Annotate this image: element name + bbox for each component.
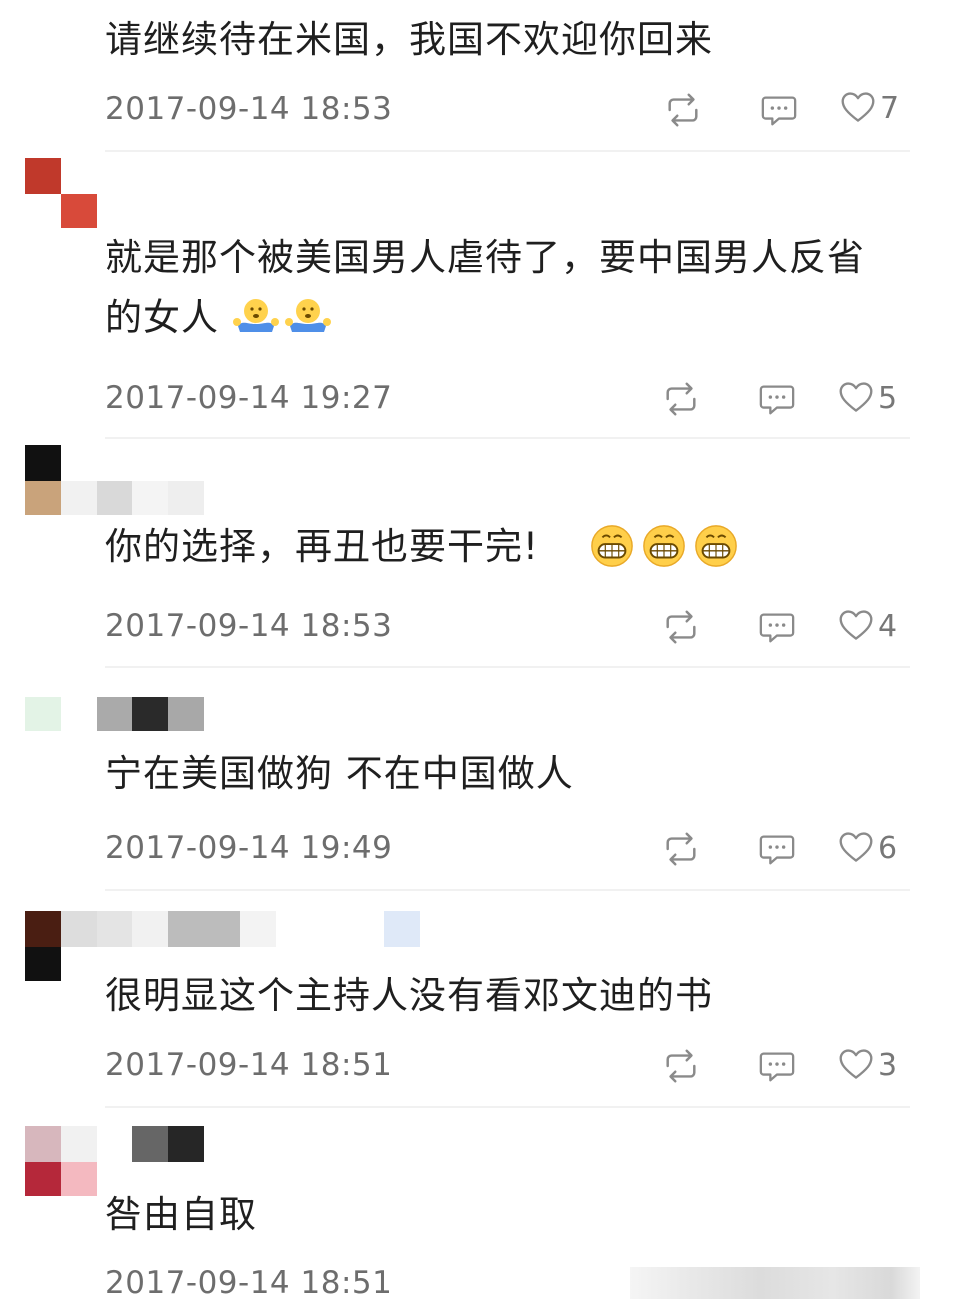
username-blurred [97,697,132,731]
username-blurred [97,911,132,947]
comment-1-time: 2017-09-14 18:53 [105,91,393,127]
like-button[interactable]: 6 [838,830,897,866]
avatar[interactable] [25,445,61,481]
avatar[interactable] [25,158,61,194]
comment-6-text: 咎由自取 [105,1193,257,1236]
actions-blurred [630,1267,920,1299]
like-count: 4 [878,608,898,644]
heart-icon [838,1047,874,1083]
divider [105,150,910,152]
like-button[interactable]: 7 [840,90,899,126]
username-blurred [132,911,168,947]
comment-2-text-line1: 就是那个被美国男人虐待了，要中国男人反省 [105,236,865,279]
username-blurred [168,911,240,947]
comment-3-text: 你的选择，再丑也要干完! [105,525,539,568]
divider [105,1106,910,1108]
username-blurred [61,481,97,515]
username-blurred [168,697,204,731]
like-button[interactable]: 4 [838,608,897,644]
repost-icon[interactable] [664,91,702,129]
comment-5-time: 2017-09-14 18:51 [105,1047,393,1083]
avatar [61,194,97,228]
avatar [61,1126,97,1162]
comment-icon[interactable] [758,608,796,646]
avatar[interactable] [25,911,61,947]
like-count: 5 [878,380,898,416]
comment-icon[interactable] [758,830,796,868]
like-count: 6 [878,830,898,866]
like-button[interactable]: 3 [838,1047,897,1083]
like-count: 3 [878,1047,898,1083]
comment-icon[interactable] [760,91,798,129]
comment-icon[interactable] [758,380,796,418]
comment-2-text-line2: 的女人 [105,296,219,339]
comment-6-time: 2017-09-14 18:51 [105,1265,393,1301]
username-blurred [384,911,420,947]
comment-4-text: 宁在美国做狗 不在中国做人 [105,752,574,795]
heart-icon [840,90,876,126]
username-blurred [97,481,132,515]
username-blurred [168,481,204,515]
comment-4-time: 2017-09-14 19:49 [105,830,393,866]
comment-2-time: 2017-09-14 19:27 [105,380,393,416]
avatar[interactable] [25,697,61,731]
grin-emoji [641,523,687,569]
grin-emoji [693,523,739,569]
repost-icon[interactable] [662,608,700,646]
divider [105,437,910,439]
repost-icon[interactable] [662,380,700,418]
username-blurred [132,697,168,731]
avatar [61,1162,97,1196]
grin-emoji [589,523,635,569]
comment-5-text: 很明显这个主持人没有看邓文迪的书 [105,974,713,1017]
username-blurred [132,481,168,515]
like-count: 7 [880,90,900,126]
avatar[interactable] [25,1126,61,1162]
username-blurred [240,911,276,947]
repost-icon[interactable] [662,1047,700,1085]
avatar [25,481,61,515]
heart-icon [838,608,874,644]
like-button[interactable]: 5 [838,380,897,416]
shrug-emoji [284,296,332,336]
comment-icon[interactable] [758,1047,796,1085]
username-blurred [168,1126,204,1162]
shrug-emoji [232,296,280,336]
divider [105,666,910,668]
avatar [25,947,61,981]
comment-1-text: 请继续待在米国，我国不欢迎你回来 [105,18,713,61]
repost-icon[interactable] [662,830,700,868]
username-blurred [61,911,97,947]
heart-icon [838,830,874,866]
username-blurred [132,1126,168,1162]
avatar [25,1162,61,1196]
comment-3-time: 2017-09-14 18:53 [105,608,393,644]
divider [105,889,910,891]
heart-icon [838,380,874,416]
